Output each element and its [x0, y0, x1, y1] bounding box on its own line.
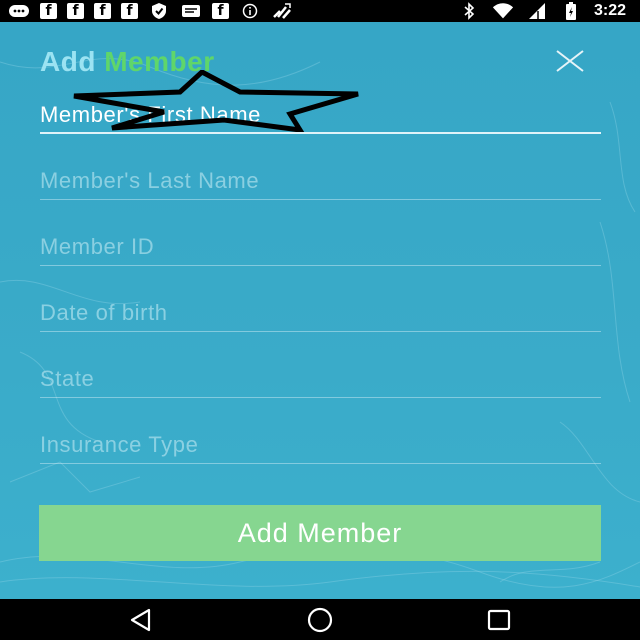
- date-of-birth-field[interactable]: [40, 296, 601, 332]
- last-name-input[interactable]: [40, 164, 601, 198]
- first-name-input[interactable]: [40, 98, 601, 132]
- close-icon: [556, 50, 584, 72]
- back-button[interactable]: [126, 607, 156, 633]
- facebook-icon: f: [94, 3, 111, 19]
- close-button[interactable]: [554, 48, 586, 74]
- dialog-title: Add Member: [40, 46, 215, 78]
- title-add-word: Add: [40, 46, 96, 77]
- bluetooth-icon: [458, 2, 480, 20]
- facebook-icon: f: [67, 3, 84, 19]
- date-of-birth-input[interactable]: [40, 296, 601, 330]
- member-id-input[interactable]: [40, 230, 601, 264]
- back-icon: [130, 608, 151, 632]
- email-icon: [180, 3, 202, 19]
- recents-button[interactable]: [484, 607, 514, 633]
- add-member-dialog: Add Member Add Member: [0, 22, 640, 599]
- facebook-icon: f: [121, 3, 138, 19]
- system-icons: 3:22: [458, 0, 626, 22]
- battery-icon: [560, 2, 582, 20]
- insurance-type-field[interactable]: [40, 428, 601, 464]
- title-member-word: Member: [104, 46, 215, 77]
- home-button[interactable]: [305, 607, 335, 633]
- wifi-icon: [492, 3, 514, 19]
- home-icon: [307, 607, 333, 633]
- state-input[interactable]: [40, 362, 601, 396]
- shield-icon: [148, 3, 170, 19]
- navigation-bar: [0, 599, 640, 640]
- info-icon: [239, 3, 261, 19]
- signal-icon: [526, 3, 548, 19]
- member-id-field[interactable]: [40, 230, 601, 266]
- state-field[interactable]: [40, 362, 601, 398]
- clock: 3:22: [593, 2, 626, 19]
- satellite-icon: [271, 3, 293, 19]
- first-name-field[interactable]: [40, 98, 601, 134]
- notification-icons: f f f f f: [0, 0, 293, 22]
- messages-icon: [8, 3, 30, 19]
- recents-icon: [487, 609, 511, 631]
- insurance-type-input[interactable]: [40, 428, 601, 462]
- add-member-button[interactable]: Add Member: [39, 505, 601, 561]
- status-bar: f f f f f 3:22: [0, 0, 640, 22]
- facebook-icon: f: [40, 3, 57, 19]
- facebook-icon: f: [212, 3, 229, 19]
- last-name-field[interactable]: [40, 164, 601, 200]
